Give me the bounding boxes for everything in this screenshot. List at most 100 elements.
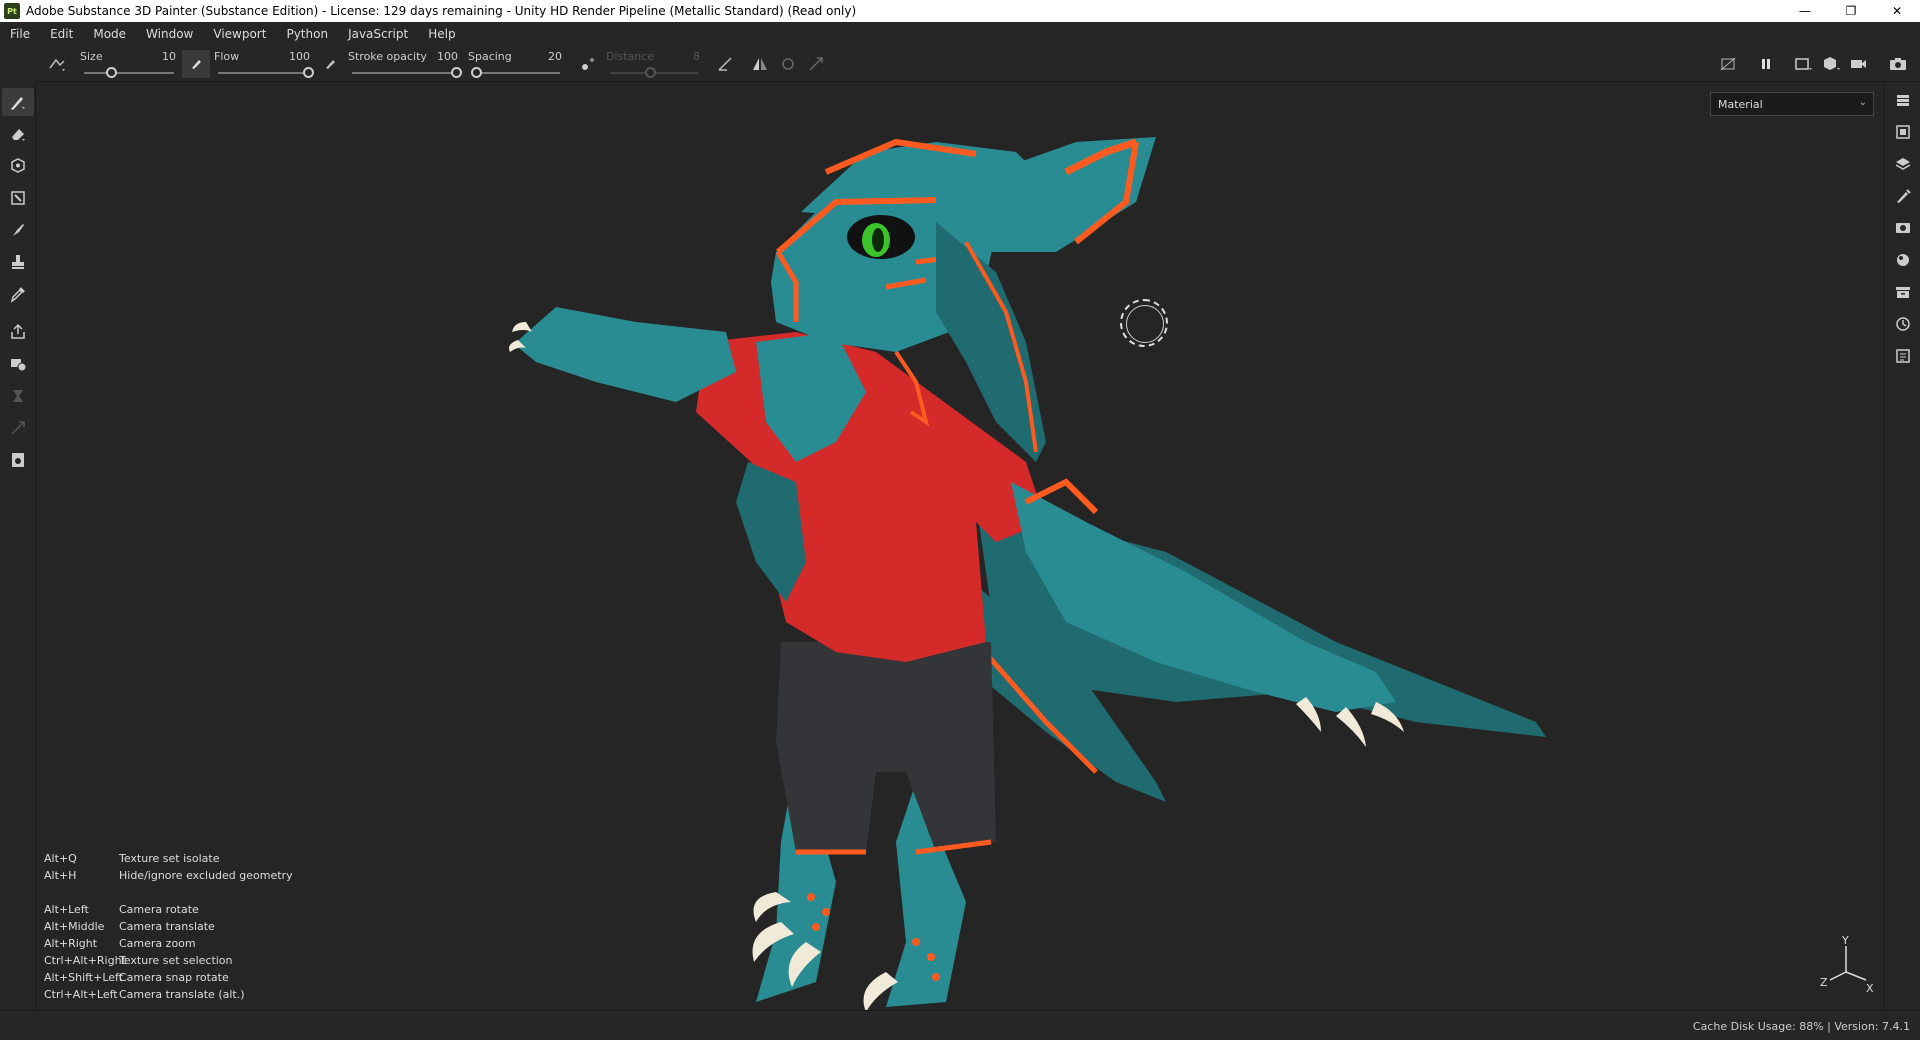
minimize-button[interactable]: — <box>1782 0 1828 22</box>
geometry-mask-tool[interactable] <box>2 382 34 410</box>
display-settings-icon[interactable] <box>1885 212 1920 244</box>
hide-ui-icon[interactable] <box>1714 50 1742 78</box>
flow-param[interactable]: Flow 100 <box>210 46 316 82</box>
status-bar: Cache Disk Usage: 88% | Version: 7.4.1 <box>0 1010 1920 1040</box>
shortcut-row: Alt+Q Texture set isolate <box>44 850 293 867</box>
menu-window[interactable]: Window <box>136 27 203 41</box>
layers-icon[interactable] <box>1885 148 1920 180</box>
layers-stack-icon[interactable] <box>1885 84 1920 116</box>
distance-value: 8 <box>693 49 700 63</box>
eraser-tool[interactable] <box>2 120 34 148</box>
flow-slider-knob[interactable] <box>303 66 314 78</box>
shortcut-row: Alt+Left Camera rotate <box>44 901 293 918</box>
stroke-opacity-slider-track[interactable] <box>352 71 456 74</box>
bake-tool[interactable] <box>2 446 34 474</box>
stroke-opacity-label: Stroke opacity <box>348 49 427 63</box>
spacing-label: Spacing <box>468 49 512 63</box>
creature-model <box>509 137 1546 1010</box>
shortcut-key: Ctrl+Alt+Left <box>44 988 118 1001</box>
stroke-opacity-slider-knob[interactable] <box>451 66 462 78</box>
distance-slider-knob[interactable] <box>644 66 656 78</box>
window-title: Adobe Substance 3D Painter (Substance Ed… <box>26 4 857 18</box>
title-bar: Pt Adobe Substance 3D Painter (Substance… <box>0 0 1920 22</box>
shortcut-action: Texture set isolate <box>119 852 220 865</box>
transform-tool[interactable] <box>2 414 34 442</box>
log-icon[interactable] <box>1885 340 1920 372</box>
line-mode-icon[interactable] <box>712 50 740 78</box>
size-slider-track[interactable] <box>84 71 174 74</box>
menu-bar: File Edit Mode Window Viewport Python Ja… <box>0 22 1920 46</box>
camera-icon[interactable] <box>1846 50 1874 78</box>
tool-strip <box>0 82 36 1010</box>
shortcut-action: Camera rotate <box>119 903 199 916</box>
shortcut-action: Camera zoom <box>119 937 196 950</box>
restore-button[interactable]: ❐ <box>1828 0 1874 22</box>
size-slider-knob[interactable] <box>106 66 117 78</box>
right-dock <box>1884 82 1920 1010</box>
shortcut-action: Texture set selection <box>119 954 233 967</box>
paint-brush-tool[interactable] <box>2 88 34 116</box>
symmetry-settings-icon[interactable] <box>774 50 802 78</box>
color-picker-tool[interactable] <box>2 280 34 308</box>
history-icon[interactable] <box>1885 308 1920 340</box>
stroke-opacity-param[interactable]: Stroke opacity 100 <box>344 46 464 82</box>
close-button[interactable]: ✕ <box>1874 0 1920 22</box>
spacing-slider-track[interactable] <box>472 71 560 74</box>
assets-icon[interactable] <box>1885 276 1920 308</box>
menu-edit[interactable]: Edit <box>40 27 83 41</box>
shortcut-key: Alt+Right <box>44 937 98 950</box>
shortcut-key: Alt+Q <box>44 852 77 865</box>
3d-viewport[interactable]: Material ⌄ Alt+Q Texture set isolate Alt+… <box>36 82 1884 1010</box>
size-pen-pressure-icon[interactable] <box>182 49 210 78</box>
shortcut-action: Camera translate (alt.) <box>119 988 245 1001</box>
viewport-mode-value: Material <box>1718 97 1763 111</box>
menu-viewport[interactable]: Viewport <box>203 27 276 41</box>
size-value: 10 <box>162 49 176 63</box>
menu-help[interactable]: Help <box>418 27 465 41</box>
projection-tool[interactable] <box>2 152 34 180</box>
clone-tool[interactable] <box>2 248 34 276</box>
brush-preset-icon[interactable] <box>44 50 72 78</box>
shortcut-key: Alt+H <box>44 869 77 882</box>
size-label: Size <box>80 49 103 63</box>
distance-label: Distance <box>606 49 655 63</box>
size-param[interactable]: Size 10 <box>76 46 182 82</box>
shortcut-hints: Alt+Q Texture set isolate Alt+H Hide/ignor… <box>44 850 293 1003</box>
shortcut-row: Alt+Middle Camera translate <box>44 918 293 935</box>
distance-param[interactable]: Distance 8 <box>602 46 706 82</box>
spacing-param[interactable]: Spacing 20 <box>464 46 568 82</box>
display-3d-icon[interactable] <box>1818 50 1846 78</box>
lazy-mouse-icon[interactable] <box>574 50 602 78</box>
spacing-slider-knob[interactable] <box>471 66 483 78</box>
properties-brush-icon[interactable] <box>1885 180 1920 212</box>
display-2d-icon[interactable] <box>1790 50 1818 78</box>
symmetry-icon[interactable] <box>746 50 774 78</box>
pause-icon[interactable] <box>1752 50 1780 78</box>
transform-icon[interactable] <box>802 50 830 78</box>
export-tool[interactable] <box>2 318 34 346</box>
shader-settings-icon[interactable] <box>1885 244 1920 276</box>
menu-python[interactable]: Python <box>276 27 338 41</box>
texture-set-list-icon[interactable] <box>1885 116 1920 148</box>
shortcut-action: Camera translate <box>119 920 215 933</box>
smudge-tool[interactable] <box>2 216 34 244</box>
flow-label: Flow <box>214 49 240 63</box>
toolbar-corner <box>0 46 36 82</box>
flow-slider-track[interactable] <box>218 71 308 74</box>
shortcut-key: Ctrl+Alt+Right <box>44 954 126 967</box>
polygon-fill-tool[interactable] <box>2 184 34 212</box>
viewport-mode-dropdown[interactable]: Material ⌄ <box>1710 92 1874 116</box>
brush-cursor <box>1120 299 1168 347</box>
shortcut-action: Camera snap rotate <box>119 971 229 984</box>
chevron-down-icon: ⌄ <box>1858 97 1867 108</box>
menu-file[interactable]: File <box>0 27 40 41</box>
material-picker-tool[interactable] <box>2 350 34 378</box>
axis-z-label: Z <box>1820 976 1828 989</box>
stroke-opacity-value: 100 <box>437 49 458 63</box>
shortcut-key: Alt+Middle <box>44 920 105 933</box>
screenshot-icon[interactable] <box>1884 50 1912 78</box>
menu-javascript[interactable]: JavaScript <box>338 27 418 41</box>
flow-pen-pressure-icon[interactable] <box>316 50 344 78</box>
menu-mode[interactable]: Mode <box>83 27 136 41</box>
shortcut-action: Hide/ignore excluded geometry <box>119 869 293 882</box>
